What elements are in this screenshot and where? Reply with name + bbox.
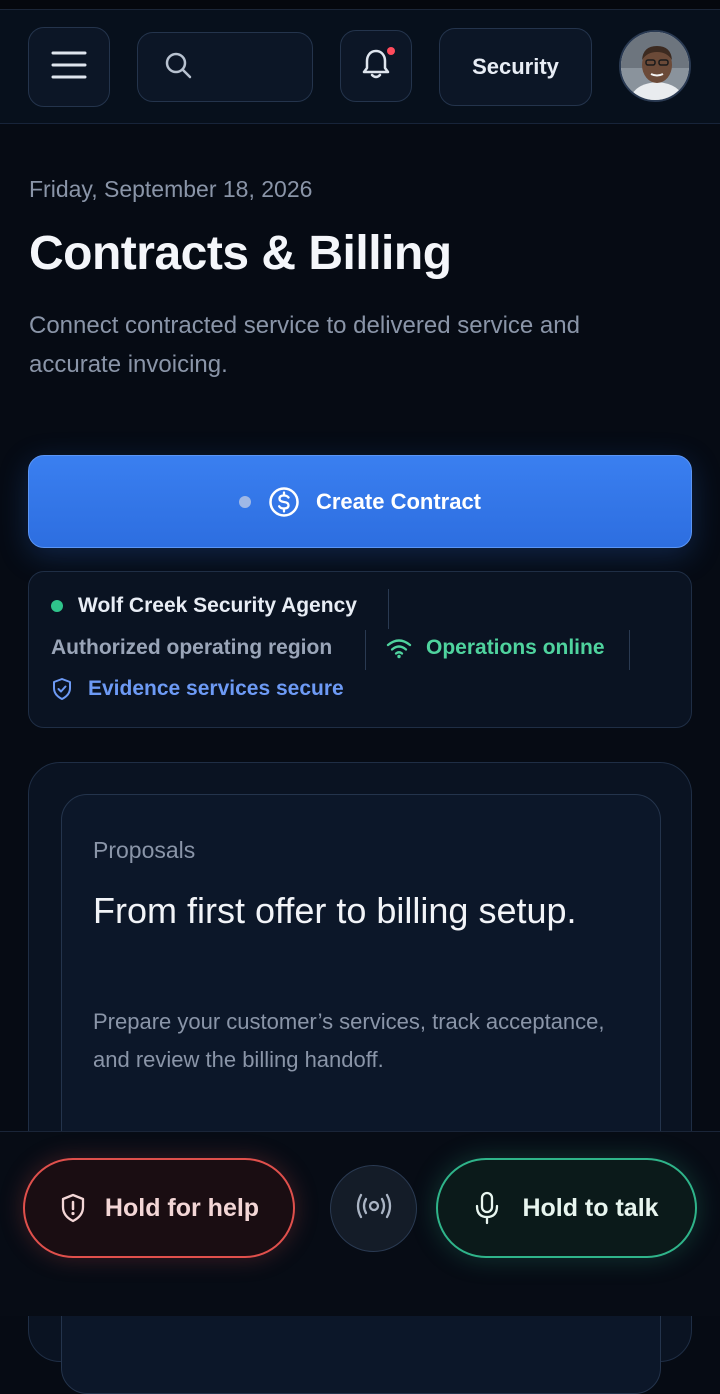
wifi-icon xyxy=(386,637,412,659)
proposals-label: Proposals xyxy=(93,837,196,863)
operations-text: Operations online xyxy=(426,636,605,659)
operations-row: Operations online xyxy=(386,636,605,660)
menu-button[interactable] xyxy=(28,27,110,107)
bell-icon xyxy=(361,48,391,85)
dollar-circle-icon xyxy=(268,486,300,518)
page-date: Friday, September 18, 2026 xyxy=(29,176,313,202)
hold-for-help-label: Hold for help xyxy=(104,1193,260,1222)
security-button[interactable]: Security xyxy=(439,28,592,106)
shield-alert-icon xyxy=(59,1193,87,1223)
status-dot xyxy=(238,495,251,508)
evidence-text: Evidence services secure xyxy=(88,677,344,700)
online-dot xyxy=(51,600,63,612)
hold-for-help-button[interactable]: Hold for help xyxy=(23,1158,295,1258)
bottom-action-bar: Hold for help Hold to talk xyxy=(0,1131,720,1316)
proposals-headline: From first offer to billing setup. xyxy=(93,890,577,931)
divider xyxy=(629,630,630,670)
page-subtitle: Connect contracted service to delivered … xyxy=(29,312,580,378)
agency-name: Wolf Creek Security Agency xyxy=(78,594,357,617)
top-header: Security xyxy=(0,10,720,124)
avatar-image xyxy=(621,32,689,100)
hold-to-talk-label: Hold to talk xyxy=(522,1193,659,1222)
avatar[interactable] xyxy=(619,30,691,102)
broadcast-button[interactable] xyxy=(330,1165,417,1252)
hold-to-talk-button[interactable]: Hold to talk xyxy=(436,1158,697,1258)
region-row: Authorized operating region xyxy=(51,636,332,660)
search-icon xyxy=(164,51,192,84)
region-text: Authorized operating region xyxy=(51,636,333,659)
status-strip xyxy=(0,0,720,10)
divider xyxy=(365,630,366,670)
broadcast-icon xyxy=(356,1192,392,1225)
menu-icon xyxy=(51,50,87,85)
create-contract-button[interactable]: Create Contract xyxy=(28,455,692,548)
agency-row: Wolf Creek Security Agency xyxy=(51,594,357,618)
shield-check-icon xyxy=(51,677,73,701)
create-contract-label: Create Contract xyxy=(315,488,482,514)
evidence-row: Evidence services secure xyxy=(51,677,344,701)
agency-status-card: Wolf Creek Security Agency Authorized op… xyxy=(28,571,692,728)
notification-dot xyxy=(387,47,395,55)
proposals-description: Prepare your customer’s services, track … xyxy=(93,1009,605,1072)
microphone-icon xyxy=(474,1191,500,1225)
search-input[interactable] xyxy=(137,32,313,102)
page-title: Contracts & Billing xyxy=(29,227,452,280)
notifications-button[interactable] xyxy=(340,30,412,102)
divider xyxy=(388,589,389,629)
